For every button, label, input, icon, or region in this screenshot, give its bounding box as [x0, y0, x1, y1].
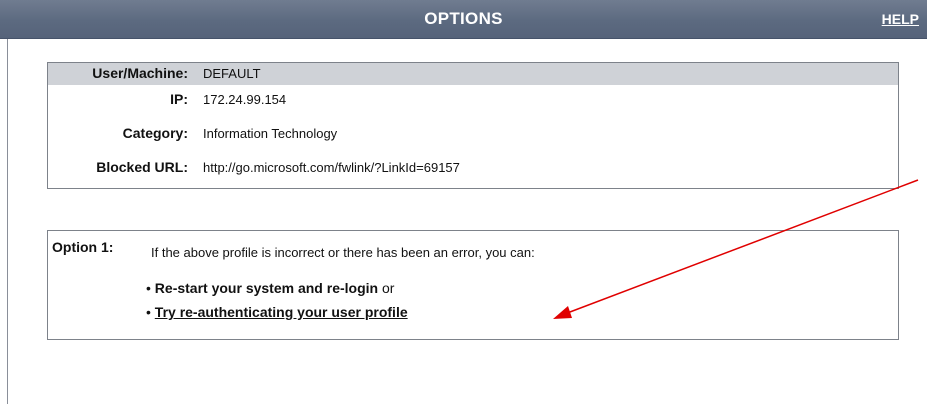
- arrow-line: [561, 179, 919, 316]
- red-annotation-arrow: [553, 179, 919, 319]
- arrow-head: [553, 306, 572, 319]
